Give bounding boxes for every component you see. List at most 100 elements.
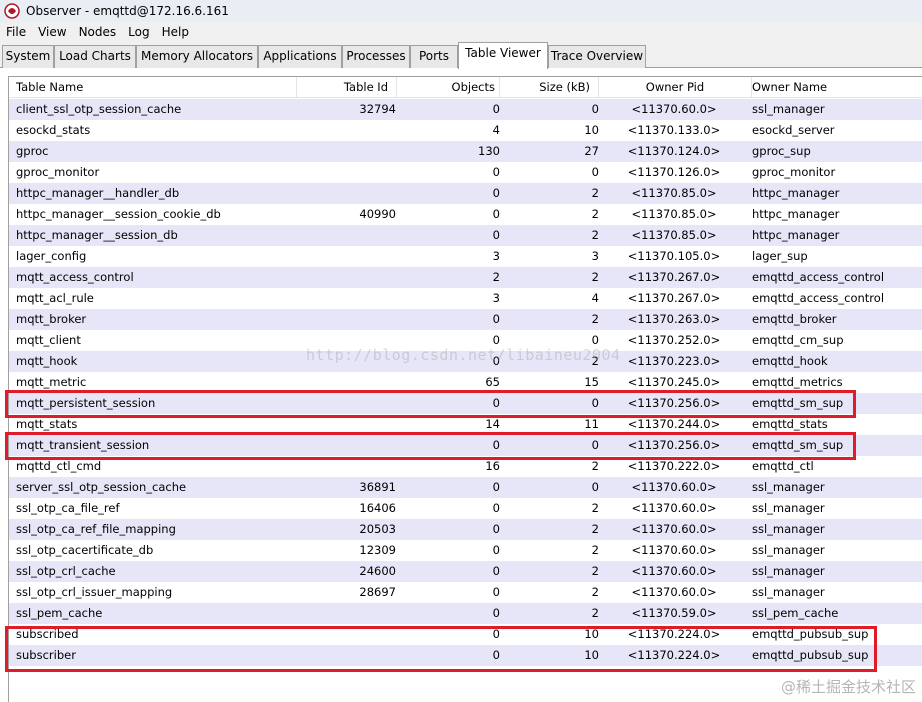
table-row[interactable]: gproc 130 27 <11370.124.0> gproc_sup	[9, 141, 922, 162]
cell-owner-name: emqttd_pubsub_sup	[752, 627, 869, 641]
cell-owner-name: ssl_pem_cache	[752, 606, 839, 620]
cell-size: 2	[591, 270, 599, 284]
table-row[interactable]: mqtt_broker 0 2 <11370.263.0> emqttd_broker	[9, 309, 922, 330]
menu-help[interactable]: Help	[156, 25, 195, 39]
cell-table-id: 32794	[359, 102, 396, 116]
table-row[interactable]: lager_config 3 3 <11370.105.0> lager_sup	[9, 246, 922, 267]
column-header-table-id[interactable]: Table Id	[297, 77, 397, 98]
table-row[interactable]: mqttd_ctl_cmd 16 2 <11370.222.0> emqttd_ctl	[9, 456, 922, 477]
cell-table-id	[296, 414, 396, 435]
cell-table-id	[296, 456, 396, 477]
table-row[interactable]: ssl_pem_cache 0 2 <11370.59.0> ssl_pem_cache	[9, 603, 922, 624]
cell-owner-pid: <11370.59.0>	[631, 606, 717, 620]
cell-owner-name: emqttd_hook	[752, 354, 828, 368]
table-row[interactable]: ssl_otp_crl_cache 24600 0 2 <11370.60.0> ssl_…	[9, 561, 922, 582]
cell-size: 0	[591, 438, 599, 452]
cell-owner-pid: <11370.60.0>	[631, 102, 717, 116]
cell-objects: 0	[492, 543, 500, 557]
cell-owner-pid: <11370.60.0>	[631, 543, 717, 557]
column-header-objects[interactable]: Objects	[397, 77, 500, 98]
table-row[interactable]: subscriber 0 10 <11370.224.0> emqttd_pubsub_…	[9, 645, 922, 666]
cell-owner-name: emqttd_broker	[752, 312, 837, 326]
cell-size: 0	[591, 396, 599, 410]
tab-memory-allocators[interactable]: Memory Allocators	[136, 45, 258, 68]
cell-objects: 3	[492, 249, 500, 263]
tab-processes[interactable]: Processes	[342, 45, 410, 68]
cell-table-name: ssl_otp_ca_ref_file_mapping	[16, 522, 176, 536]
tab-trace-overview[interactable]: Trace Overview	[548, 45, 646, 68]
tab-system[interactable]: System	[2, 45, 54, 68]
table-row[interactable]: ssl_otp_ca_file_ref 16406 0 2 <11370.60.0> ss…	[9, 498, 922, 519]
cell-table-name: esockd_stats	[16, 123, 91, 137]
cell-owner-name: ssl_manager	[752, 501, 825, 515]
cell-owner-name: gproc_sup	[752, 144, 811, 158]
table-row[interactable]: subscribed 0 10 <11370.224.0> emqttd_pubsub_…	[9, 624, 922, 645]
cell-table-name: ssl_otp_crl_cache	[16, 564, 116, 578]
cell-size: 0	[591, 102, 599, 116]
menu-file[interactable]: File	[0, 25, 32, 39]
cell-owner-pid: <11370.252.0>	[627, 333, 721, 347]
window-title: Observer - emqttd@172.16.6.161	[26, 4, 229, 18]
column-header-owner-name[interactable]: Owner Name	[752, 77, 922, 98]
cell-table-name: mqtt_acl_rule	[16, 291, 94, 305]
cell-table-id: 20503	[359, 522, 396, 536]
cell-objects: 0	[492, 396, 500, 410]
cell-table-name: httpc_manager__session_cookie_db	[16, 207, 221, 221]
cell-owner-pid: <11370.133.0>	[627, 123, 721, 137]
table-row[interactable]: ssl_otp_ca_ref_file_mapping 20503 0 2 <11370…	[9, 519, 922, 540]
table-row[interactable]: httpc_manager__session_cookie_db 40990 0 2 <…	[9, 204, 922, 225]
cell-owner-name: ssl_manager	[752, 102, 825, 116]
tab-ports[interactable]: Ports	[410, 45, 458, 68]
erlang-app-icon	[4, 3, 20, 19]
ets-table-list[interactable]: Table Name Table Id Objects Size (kB) Ow…	[8, 76, 922, 702]
table-row[interactable]: client_ssl_otp_session_cache 32794 0 0 <1137…	[9, 99, 922, 120]
cell-owner-name: emqttd_metrics	[752, 375, 843, 389]
tab-table-viewer[interactable]: Table Viewer	[458, 42, 548, 69]
column-header-owner-pid[interactable]: Owner Pid	[599, 77, 752, 98]
cell-owner-name: emqttd_sm_sup	[752, 396, 844, 410]
table-row[interactable]: ssl_otp_crl_issuer_mapping 28697 0 2 <11370.…	[9, 582, 922, 603]
menu-view[interactable]: View	[32, 25, 72, 39]
table-row[interactable]: ssl_otp_cacertificate_db 12309 0 2 <11370.60…	[9, 540, 922, 561]
column-header-size[interactable]: Size (kB)	[500, 77, 599, 98]
table-row[interactable]: server_ssl_otp_session_cache 36891 0 0 <1137…	[9, 477, 922, 498]
table-row[interactable]: httpc_manager__handler_db 0 2 <11370.85.0> h…	[9, 183, 922, 204]
table-row[interactable]: mqtt_metric 65 15 <11370.245.0> emqttd_metri…	[9, 372, 922, 393]
cell-table-id	[296, 267, 396, 288]
cell-table-name: mqtt_transient_session	[16, 438, 150, 452]
cell-owner-pid: <11370.223.0>	[627, 354, 721, 368]
watermark-url: http://blog.csdn.net/libaineu2004	[306, 346, 621, 364]
table-row[interactable]: gproc_monitor 0 0 <11370.126.0> gproc_monito…	[9, 162, 922, 183]
cell-owner-name: gproc_monitor	[752, 165, 836, 179]
table-row[interactable]: mqtt_transient_session 0 0 <11370.256.0> emq…	[9, 435, 922, 456]
table-row[interactable]: mqtt_stats 14 11 <11370.244.0> emqttd_stats	[9, 414, 922, 435]
tab-applications[interactable]: Applications	[258, 45, 342, 68]
table-row[interactable]: mqtt_access_control 2 2 <11370.267.0> emqttd…	[9, 267, 922, 288]
cell-table-id	[296, 435, 396, 456]
table-row[interactable]: mqtt_persistent_session 0 0 <11370.256.0> em…	[9, 393, 922, 414]
cell-owner-name: lager_sup	[752, 249, 808, 263]
cell-table-name: mqtt_client	[16, 333, 81, 347]
cell-owner-pid: <11370.85.0>	[631, 207, 717, 221]
cell-owner-name: emqttd_sm_sup	[752, 438, 844, 452]
table-row[interactable]: esockd_stats 4 10 <11370.133.0> esockd_serve…	[9, 120, 922, 141]
cell-size: 2	[591, 606, 599, 620]
column-header-table-name[interactable]: Table Name	[9, 77, 297, 98]
cell-owner-name: ssl_manager	[752, 522, 825, 536]
table-row[interactable]: httpc_manager__session_db 0 2 <11370.85.0> h…	[9, 225, 922, 246]
table-row[interactable]: mqtt_acl_rule 3 4 <11370.267.0> emqttd_acces…	[9, 288, 922, 309]
cell-owner-name: emqttd_pubsub_sup	[752, 648, 869, 662]
menu-nodes[interactable]: Nodes	[73, 25, 123, 39]
cell-objects: 3	[492, 291, 500, 305]
cell-objects: 0	[492, 207, 500, 221]
menu-log[interactable]: Log	[122, 25, 155, 39]
cell-owner-pid: <11370.126.0>	[627, 165, 721, 179]
cell-table-id	[296, 309, 396, 330]
cell-owner-name: ssl_manager	[752, 543, 825, 557]
cell-objects: 130	[478, 144, 500, 158]
cell-table-name: lager_config	[16, 249, 87, 263]
cell-objects: 14	[485, 417, 500, 431]
cell-owner-name: ssl_manager	[752, 480, 825, 494]
tab-load-charts[interactable]: Load Charts	[54, 45, 136, 68]
cell-owner-pid: <11370.124.0>	[627, 144, 721, 158]
